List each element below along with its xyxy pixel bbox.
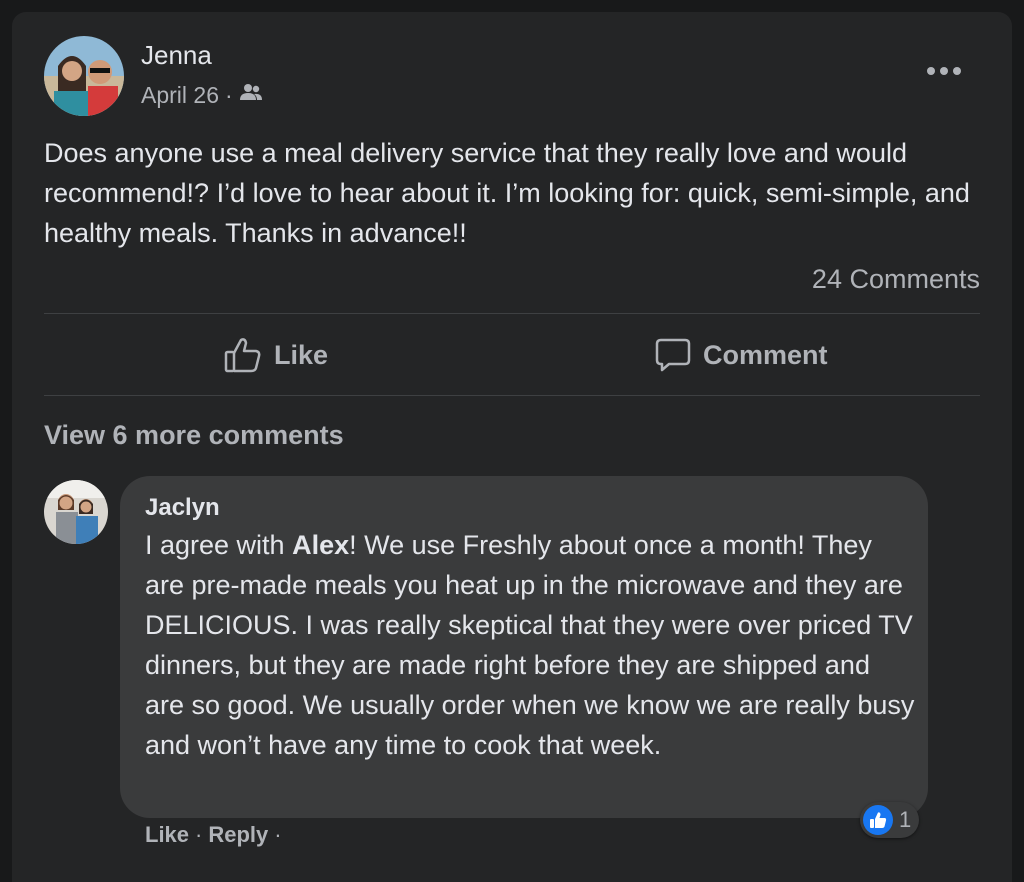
comment-reaction-count[interactable]: 1	[860, 802, 920, 838]
like-button-label: Like	[274, 339, 329, 370]
meta-separator: ·	[224, 82, 233, 108]
post-author-name[interactable]: Jenna	[141, 40, 212, 71]
comment-button-label: Comment	[703, 339, 828, 370]
ellipsis-icon	[927, 67, 961, 75]
like-button[interactable]: Like	[224, 330, 328, 380]
comment-mention[interactable]: Alex	[292, 530, 349, 560]
comment-reply-link[interactable]: Reply	[208, 822, 268, 848]
author-avatar[interactable]	[44, 36, 124, 116]
comment-like-link[interactable]: Like	[145, 822, 189, 848]
comment-actions: Like · Reply ·	[145, 822, 288, 848]
comment-button[interactable]: Comment	[655, 330, 828, 380]
post-meta: April 26 ·	[141, 82, 263, 109]
comment-bubble-icon	[655, 338, 691, 372]
comment-actions-separator-end: ·	[274, 822, 282, 847]
like-reaction-icon	[863, 805, 893, 835]
comment-text: I agree with Alex! We use Freshly about …	[145, 525, 915, 765]
more-options-button[interactable]	[924, 56, 964, 86]
divider-top	[44, 313, 980, 314]
commenter-avatar[interactable]	[44, 480, 108, 544]
divider-bottom	[44, 395, 980, 396]
reaction-count: 1	[899, 807, 912, 832]
comment-text-after: ! We use Freshly about once a month! The…	[145, 530, 915, 760]
comment-text-before: I agree with	[145, 530, 293, 560]
comment-author-name[interactable]: Jaclyn	[145, 494, 220, 522]
post-text: Does anyone use a meal delivery service …	[44, 138, 970, 248]
thumbs-up-icon	[224, 338, 261, 373]
comment-actions-separator: ·	[195, 822, 203, 847]
comments-count-link[interactable]: 24 Comments	[812, 264, 980, 295]
group-icon	[239, 82, 263, 109]
view-more-comments-link[interactable]: View 6 more comments	[44, 420, 344, 451]
post-date[interactable]: April 26	[141, 82, 219, 109]
